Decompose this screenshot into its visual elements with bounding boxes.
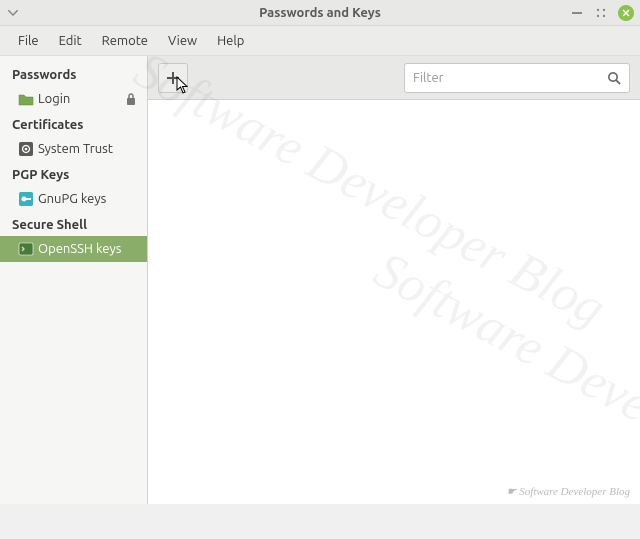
main-panel: Software Developer Blog Software Develop… <box>148 56 640 504</box>
footer-watermark: ☛ Software Developer Blog <box>507 485 630 498</box>
sidebar-item-label: GnuPG keys <box>38 192 106 206</box>
window-title: Passwords and Keys <box>0 6 640 20</box>
search-icon <box>607 71 621 85</box>
menu-edit[interactable]: Edit <box>49 29 92 53</box>
key-list: Software Developer Blog Software Develop… <box>148 100 640 504</box>
sidebar-heading-ssh: Secure Shell <box>0 212 147 236</box>
sidebar-item-label: Login <box>38 92 70 106</box>
sidebar-item-gnupg[interactable]: GnuPG keys <box>0 186 147 212</box>
terminal-icon <box>18 241 34 257</box>
titlebar: Passwords and Keys <box>0 0 640 26</box>
plus-icon <box>166 71 180 85</box>
window-controls <box>570 5 634 21</box>
sidebar-item-openssh[interactable]: OpenSSH keys <box>0 236 147 262</box>
menu-help[interactable]: Help <box>207 29 254 53</box>
search-box[interactable] <box>404 63 630 93</box>
key-icon <box>18 191 34 207</box>
app-menu-icon[interactable] <box>8 10 18 16</box>
close-button[interactable] <box>618 5 634 21</box>
sidebar-heading-certificates: Certificates <box>0 112 147 136</box>
minimize-button[interactable] <box>570 6 584 20</box>
sidebar-item-login[interactable]: Login <box>0 86 147 112</box>
sidebar-item-label: OpenSSH keys <box>38 242 121 256</box>
menu-file[interactable]: File <box>8 29 49 53</box>
menubar: File Edit Remote View Help <box>0 26 640 56</box>
sidebar-heading-pgp: PGP Keys <box>0 162 147 186</box>
sidebar-item-system-trust[interactable]: System Trust <box>0 136 147 162</box>
menu-view[interactable]: View <box>158 29 207 53</box>
sidebar-item-label: System Trust <box>38 142 113 156</box>
maximize-button[interactable] <box>594 6 608 20</box>
add-button[interactable] <box>158 63 188 93</box>
menu-remote[interactable]: Remote <box>92 29 158 53</box>
lock-icon[interactable] <box>125 92 137 106</box>
sidebar: Passwords Login Certificates System Trus… <box>0 56 148 504</box>
sidebar-heading-passwords: Passwords <box>0 62 147 86</box>
filter-input[interactable] <box>413 71 607 85</box>
gear-icon <box>18 141 34 157</box>
folder-icon <box>18 91 34 107</box>
content: Passwords Login Certificates System Trus… <box>0 56 640 504</box>
toolbar <box>148 56 640 100</box>
